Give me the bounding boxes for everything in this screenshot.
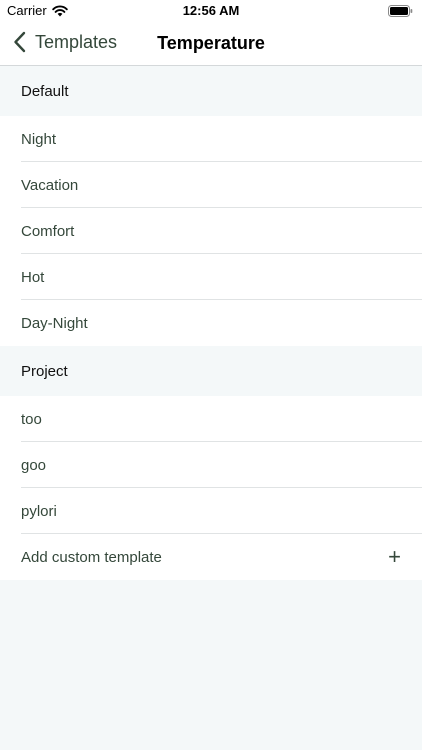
- template-item-pylori[interactable]: pylori: [0, 488, 422, 534]
- template-item-too[interactable]: too: [0, 396, 422, 442]
- template-item-hot[interactable]: Hot: [0, 254, 422, 300]
- template-list: Default Night Vacation Comfort Hot Day-N…: [0, 66, 422, 580]
- template-item-goo[interactable]: goo: [0, 442, 422, 488]
- navigation-bar: Templates Temperature: [0, 22, 422, 66]
- battery-icon: [388, 5, 413, 17]
- template-item-day-night[interactable]: Day-Night: [0, 300, 422, 346]
- add-custom-template-label: Add custom template: [21, 548, 162, 566]
- page-title: Temperature: [157, 33, 265, 53]
- template-item-night[interactable]: Night: [0, 116, 422, 162]
- plus-icon: +: [388, 544, 401, 569]
- status-bar: Carrier 12:56 AM: [0, 0, 422, 22]
- template-item-comfort[interactable]: Comfort: [0, 208, 422, 254]
- section-header-default: Default: [0, 66, 422, 116]
- status-time: 12:56 AM: [182, 3, 240, 18]
- add-custom-template-button[interactable]: Add custom template +: [0, 534, 422, 580]
- section-header-project: Project: [0, 346, 422, 396]
- template-item-vacation[interactable]: Vacation: [0, 162, 422, 208]
